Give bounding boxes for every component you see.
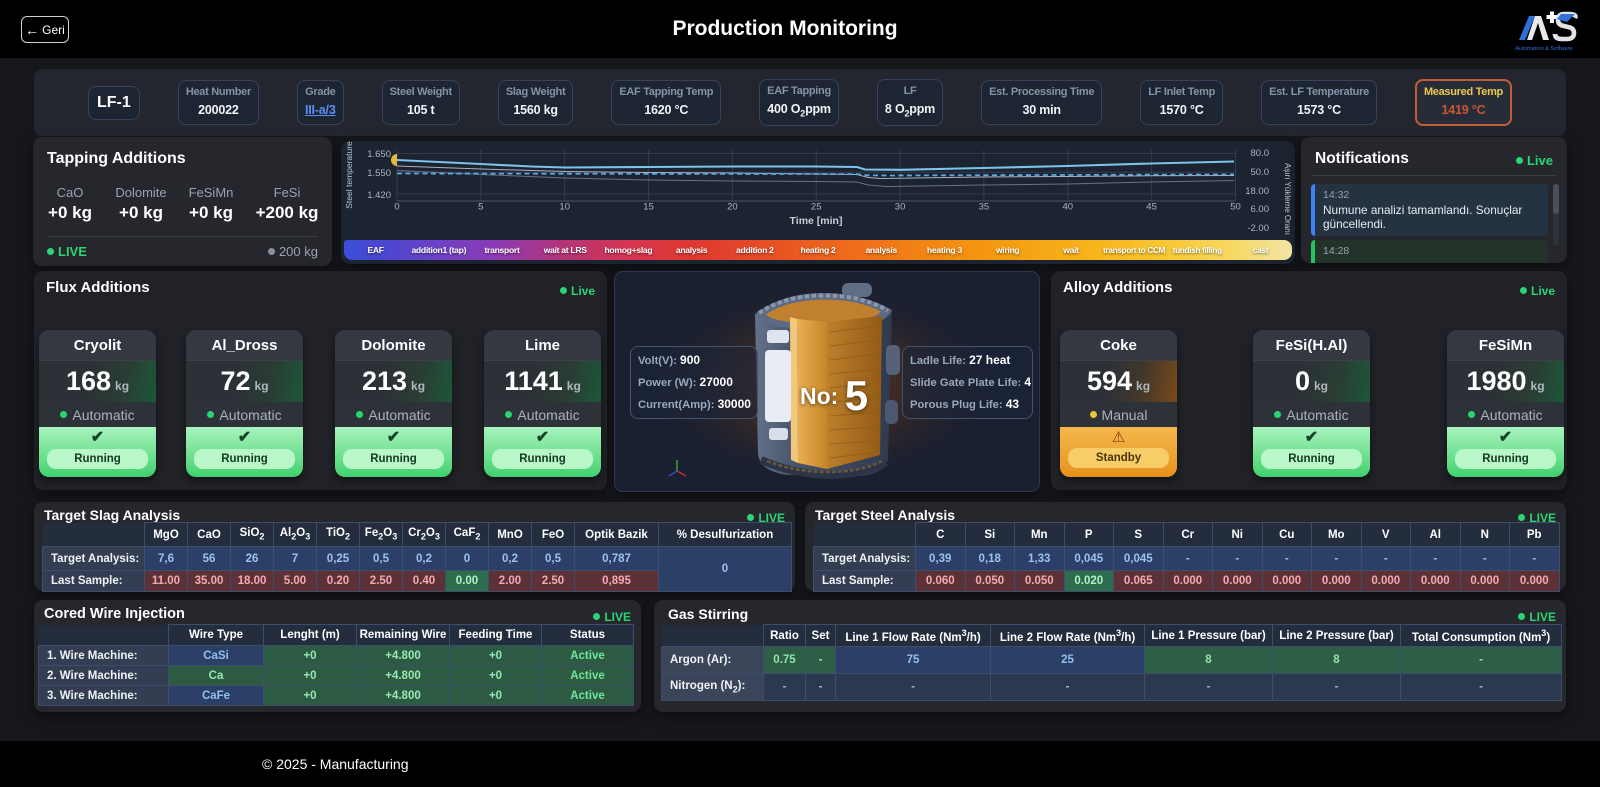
svg-text:0: 0 — [394, 202, 399, 213]
svg-text:18.00: 18.00 — [1245, 186, 1269, 197]
svg-text:6.00: 6.00 — [1251, 204, 1270, 215]
svg-text:45: 45 — [1146, 202, 1157, 213]
svg-text:25: 25 — [811, 202, 822, 213]
svg-text:15: 15 — [643, 202, 654, 213]
svg-text:35: 35 — [979, 202, 990, 213]
svg-text:Automation & Software: Automation & Software — [1515, 46, 1572, 52]
svg-text:-2.00: -2.00 — [1247, 223, 1269, 234]
svg-text:50.0: 50.0 — [1251, 167, 1270, 178]
svg-text:30: 30 — [895, 202, 906, 213]
svg-text:5: 5 — [478, 202, 483, 213]
svg-text:50: 50 — [1230, 202, 1241, 213]
svg-text:10: 10 — [559, 202, 570, 213]
svg-text:Aşırı Yükleme Oranı: Aşırı Yükleme Oranı — [1283, 163, 1292, 235]
svg-text:Time [min]: Time [min] — [790, 215, 843, 227]
svg-text:20: 20 — [727, 202, 738, 213]
svg-text:Steel temperature: Steel temperature — [344, 141, 354, 209]
svg-text:40: 40 — [1063, 202, 1074, 213]
svg-text:1.420: 1.420 — [367, 190, 391, 201]
svg-text:1.650: 1.650 — [367, 149, 391, 160]
svg-text:80.0: 80.0 — [1251, 148, 1270, 159]
svg-text:1.550: 1.550 — [367, 168, 391, 179]
